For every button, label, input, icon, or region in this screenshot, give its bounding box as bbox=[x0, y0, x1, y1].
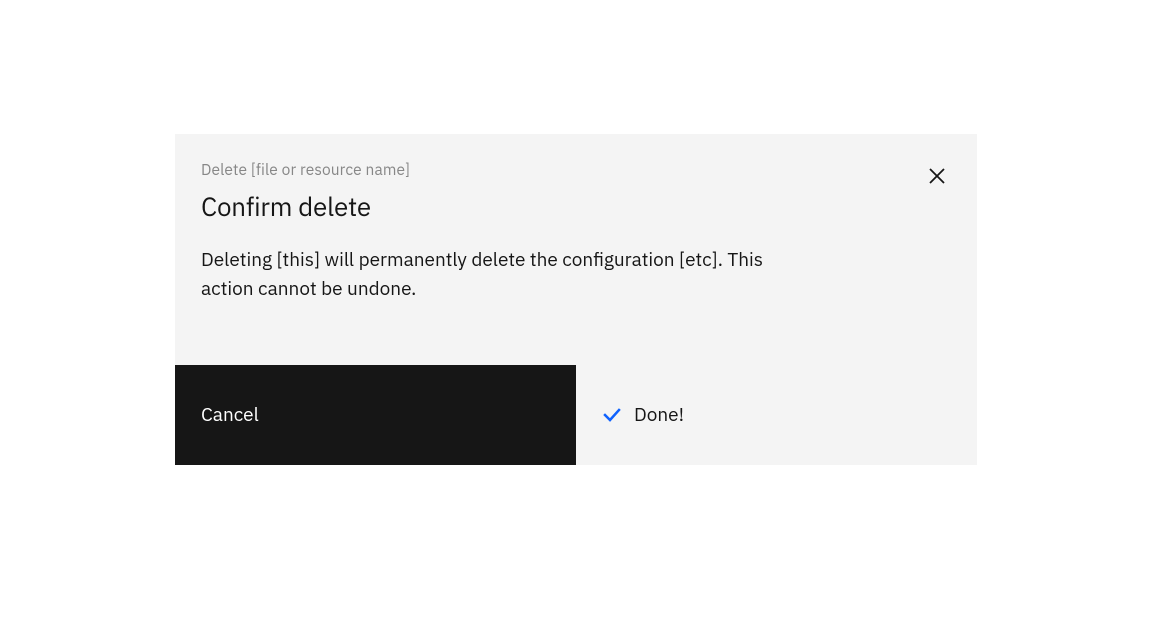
done-status-label: Done! bbox=[634, 403, 684, 427]
cancel-button-label: Cancel bbox=[201, 403, 259, 427]
close-icon bbox=[927, 166, 947, 186]
modal-label: Delete [file or resource name] bbox=[201, 160, 951, 180]
done-status: Done! bbox=[576, 365, 977, 465]
confirm-delete-modal: Delete [file or resource name] Confirm d… bbox=[175, 134, 977, 465]
close-button[interactable] bbox=[917, 156, 957, 196]
modal-description: Deleting [this] will permanently delete … bbox=[201, 246, 771, 305]
cancel-button[interactable]: Cancel bbox=[175, 365, 576, 465]
modal-header: Delete [file or resource name] Confirm d… bbox=[175, 134, 977, 224]
modal-footer: Cancel Done! bbox=[175, 365, 977, 465]
checkmark-icon bbox=[602, 405, 622, 425]
modal-title: Confirm delete bbox=[201, 190, 951, 224]
modal-body: Deleting [this] will permanently delete … bbox=[175, 246, 977, 365]
